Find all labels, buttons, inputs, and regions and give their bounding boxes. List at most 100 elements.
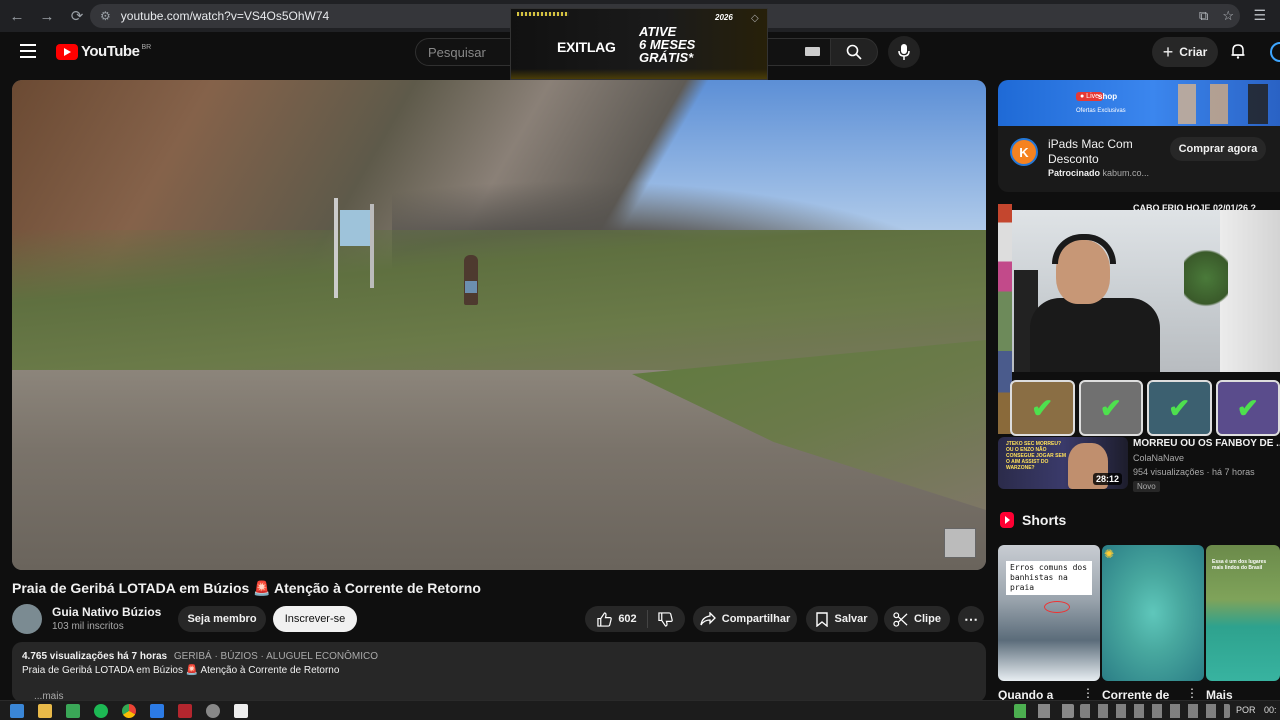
back-icon[interactable]: ←: [4, 3, 30, 29]
like-count: 602: [618, 613, 637, 625]
clock[interactable]: 00:: [1264, 705, 1277, 715]
sun-icon: ✺: [1104, 547, 1115, 561]
thumbnail-text: JTEKO SEC MORREU? OU O ENZO NÃO CONSEGUE…: [1006, 441, 1067, 471]
buy-now-button[interactable]: Comprar agora: [1170, 137, 1266, 161]
cast-icon[interactable]: ⧉: [1199, 8, 1208, 24]
plus-icon: +: [1162, 41, 1174, 62]
thumbs-up-icon: [597, 611, 613, 627]
search-icon: [846, 44, 862, 60]
browser-menu-icon[interactable]: ☰: [1253, 7, 1266, 24]
bookmark-star-icon[interactable]: ☆: [1222, 8, 1234, 24]
ad-decoration: [517, 12, 569, 16]
recommended-meta: 954 visualizações · há 7 horas: [1133, 467, 1255, 477]
spotify-icon[interactable]: [94, 704, 108, 718]
save-button[interactable]: Salvar: [806, 606, 878, 632]
check-icon: ✔: [1147, 380, 1212, 436]
account-avatar[interactable]: [1270, 42, 1280, 62]
tray-icons[interactable]: [1014, 704, 1074, 718]
share-label: Compartilhar: [721, 613, 791, 625]
file-explorer-icon[interactable]: [38, 704, 52, 718]
sponsored-label: Patrocinado: [1048, 168, 1101, 178]
view-stats: 4.765 visualizações há 7 horas: [22, 651, 168, 662]
app-icon[interactable]: [150, 704, 164, 718]
webcam-curtain: [1220, 210, 1280, 372]
chrome-icon[interactable]: [122, 704, 136, 718]
channel-avatar[interactable]: [12, 604, 42, 634]
ad-domain: kabum.co...: [1102, 168, 1150, 178]
recommended-video[interactable]: JTEKO SEC MORREU? OU O ENZO NÃO CONSEGUE…: [998, 437, 1280, 493]
taskbar: POR 00:: [0, 700, 1280, 720]
start-icon[interactable]: [10, 704, 24, 718]
clip-button[interactable]: Clipe: [884, 606, 950, 632]
create-button[interactable]: + Criar: [1152, 37, 1218, 67]
share-button[interactable]: Compartilhar: [693, 606, 797, 632]
shorts-header: Shorts: [1000, 512, 1066, 528]
share-icon: [700, 612, 716, 626]
search-button[interactable]: [830, 38, 878, 66]
short-menu-icon[interactable]: ⋮: [1082, 686, 1094, 700]
video-duration: 28:12: [1092, 473, 1122, 485]
short-card[interactable]: ✺: [1102, 545, 1204, 681]
ad-title[interactable]: iPads Mac Com Desconto: [1048, 137, 1158, 167]
exitlag-ad-overlay[interactable]: EXITLAG ATIVE 6 MESES GRÁTIS* 2026 ◇: [510, 8, 768, 80]
video-player[interactable]: [12, 80, 986, 570]
short-card[interactable]: Essa é um dos lugares mais lindos do Bra…: [1206, 545, 1280, 681]
obs-icon[interactable]: [206, 704, 220, 718]
ad-brand: EXITLAG: [557, 39, 616, 55]
app-icon[interactable]: [66, 704, 80, 718]
short-card[interactable]: Erros comuns dos banhistas na praia: [998, 545, 1100, 681]
notifications-bell-icon[interactable]: [1230, 43, 1246, 63]
description-box[interactable]: 4.765 visualizações há 7 horas GERIBÁ · …: [12, 642, 986, 702]
forward-icon[interactable]: →: [34, 3, 60, 29]
short-menu-icon[interactable]: ⋮: [1186, 686, 1198, 700]
save-label: Salvar: [834, 613, 868, 625]
tray-icons[interactable]: [1080, 704, 1230, 718]
highlight-circle: [1044, 601, 1070, 613]
ad-info-icon[interactable]: ◇: [751, 13, 759, 24]
like-button[interactable]: 602: [597, 610, 648, 628]
channel-subscribers: 103 mil inscritos: [52, 621, 124, 632]
webcam-plant: [1184, 250, 1228, 320]
short-caption: Essa é um dos lugares mais lindos do Bra…: [1212, 559, 1267, 571]
site-settings-icon[interactable]: ⚙: [100, 9, 111, 23]
sponsored-banner[interactable]: ● Live shop Ofertas Exclusivas: [998, 80, 1280, 126]
streamer-webcam: [1012, 210, 1280, 372]
ad-glow: [511, 69, 767, 79]
ad-headline: ATIVE 6 MESES GRÁTIS*: [639, 24, 696, 65]
app-icon[interactable]: [234, 704, 248, 718]
thumbs-down-icon[interactable]: [658, 611, 673, 627]
channel-name[interactable]: Guia Nativo Búzios: [52, 605, 161, 619]
sponsored-card[interactable]: K iPads Mac Com Desconto Patrocinado kab…: [998, 126, 1280, 192]
hashtags[interactable]: GERIBÁ · BÚZIOS · ALUGUEL ECONÔMICO: [174, 651, 378, 662]
omnibox-actions: ⧉ ☆: [1199, 8, 1234, 24]
more-actions-button[interactable]: ⋯: [958, 606, 984, 632]
reload-icon[interactable]: ⟳: [64, 3, 90, 29]
shorts-icon: [1000, 512, 1014, 528]
logo-text: YouTube: [81, 43, 140, 60]
video-corner-thumbnail[interactable]: [944, 528, 976, 558]
headset-icon: [1052, 234, 1116, 264]
ad-sponsor-line: Patrocinado kabum.co...: [1048, 168, 1149, 178]
youtube-logo[interactable]: YouTube BR: [56, 43, 151, 60]
video-sign-board: [340, 210, 370, 246]
keyboard-icon[interactable]: [805, 47, 820, 56]
video-title: Praia de Geribá LOTADA em Búzios 🚨 Atenç…: [12, 580, 481, 596]
join-button[interactable]: Seja membro: [178, 606, 266, 632]
scissors-icon: [893, 611, 908, 627]
video-sign-post: [334, 198, 338, 298]
short-caption: Erros comuns dos banhistas na praia: [1006, 561, 1092, 595]
logo-country: BR: [141, 44, 152, 51]
recommended-thumbnail[interactable]: JTEKO SEC MORREU? OU O ENZO NÃO CONSEGUE…: [998, 437, 1128, 489]
youtube-play-icon: [56, 43, 78, 60]
recommended-video-title[interactable]: MORREU OU OS FANBOY DE ...: [1133, 438, 1280, 449]
language-indicator[interactable]: POR: [1236, 705, 1256, 715]
subscribe-button[interactable]: Inscrever-se: [273, 606, 357, 632]
advertiser-logo[interactable]: K: [1010, 138, 1038, 166]
app-icon[interactable]: [178, 704, 192, 718]
shop-label: shop: [1098, 92, 1118, 101]
menu-icon[interactable]: [20, 44, 36, 58]
voice-search-button[interactable]: [888, 36, 920, 68]
recommended-channel[interactable]: ColaNaNave: [1133, 453, 1184, 463]
description-text: Praia de Geribá LOTADA em Búzios 🚨 Atenç…: [22, 665, 340, 676]
like-dislike-group: 602: [585, 606, 685, 632]
